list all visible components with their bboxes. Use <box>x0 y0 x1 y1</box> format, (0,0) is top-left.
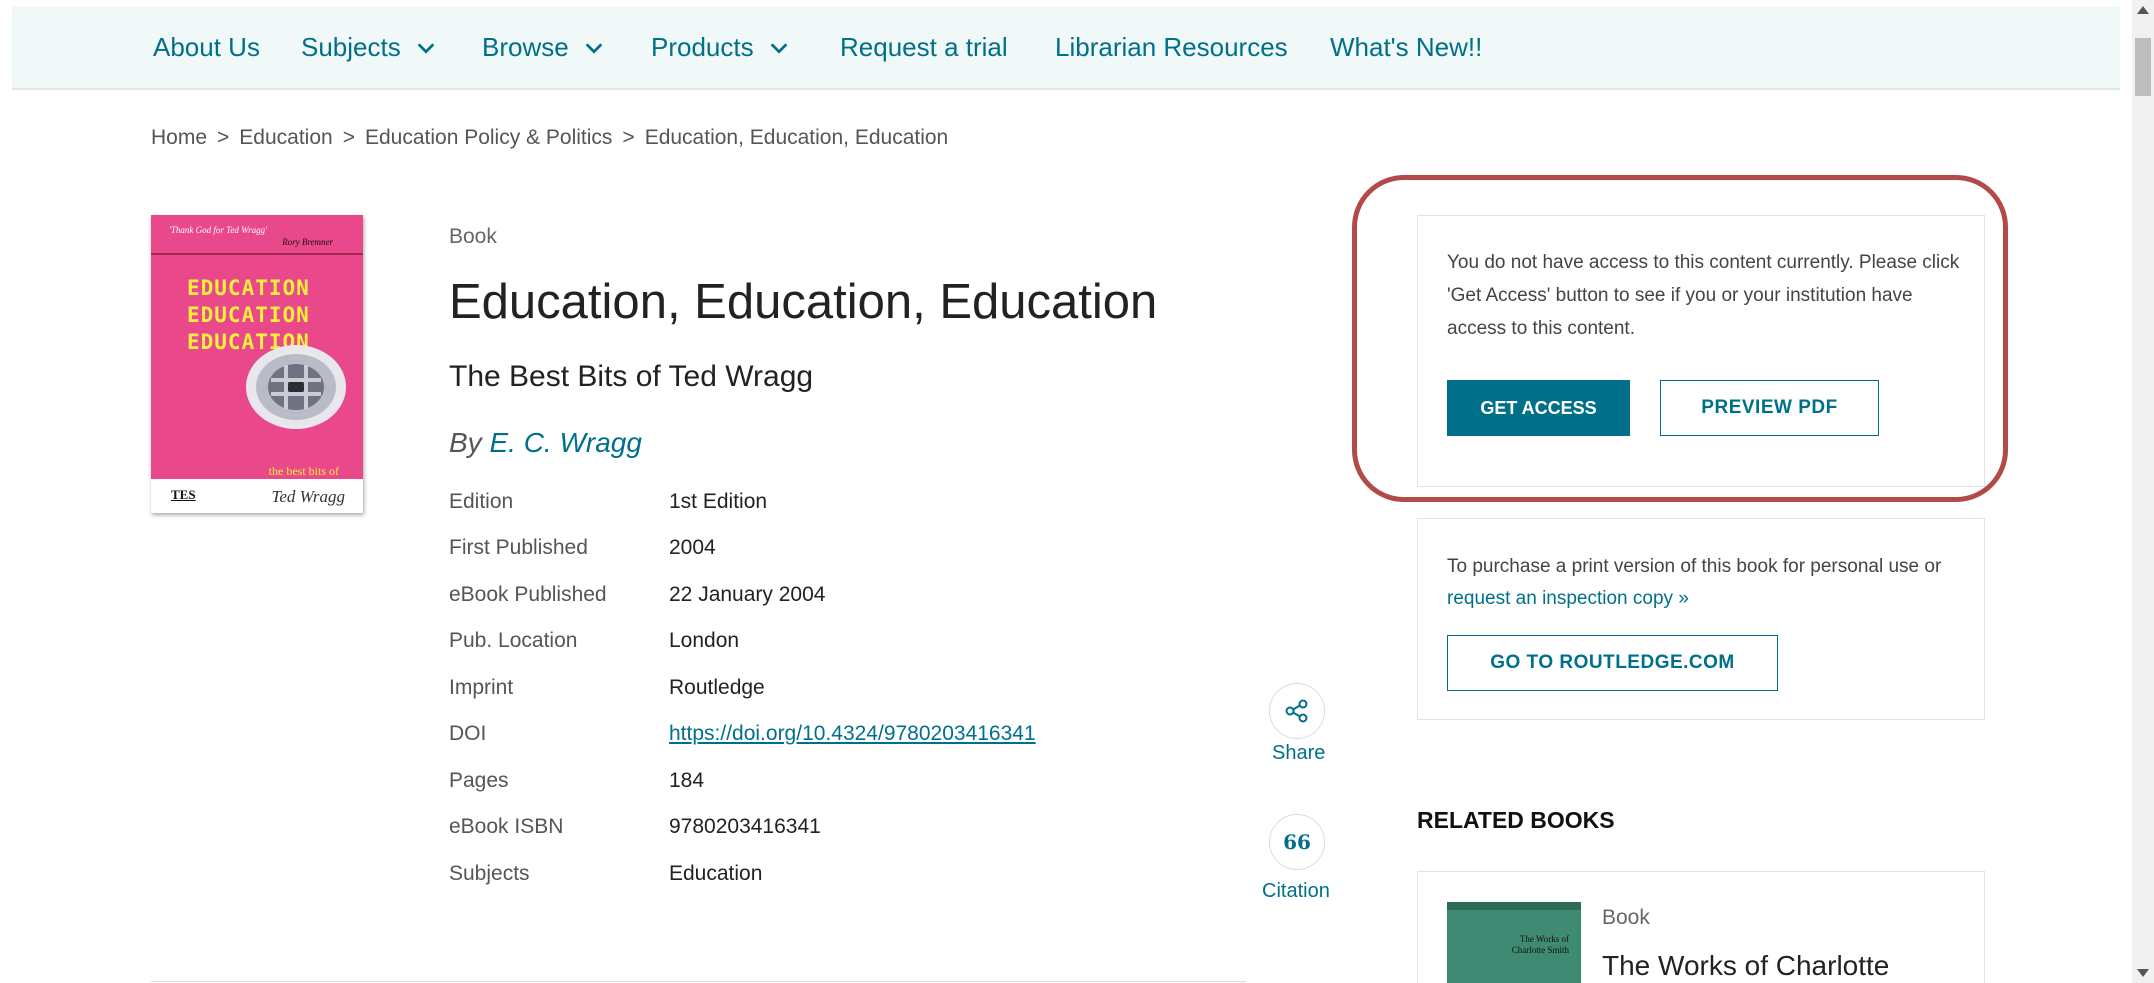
detail-value: 22 January 2004 <box>669 583 826 606</box>
chevron-down-icon <box>415 37 437 59</box>
chevron-down-icon <box>583 37 605 59</box>
related-books-heading: RELATED BOOKS <box>1417 807 1615 833</box>
detail-value: Education <box>669 862 763 885</box>
nav-about-us-label: About Us <box>153 32 260 62</box>
related-book-type: Book <box>1602 906 1650 929</box>
detail-label: Imprint <box>449 676 514 699</box>
vertical-scrollbar[interactable] <box>2132 0 2154 983</box>
citation-label[interactable]: Citation <box>1262 880 1330 903</box>
detail-label: DOI <box>449 722 487 745</box>
detail-value: Routledge <box>669 676 765 699</box>
detail-label: Pub. Location <box>449 629 578 652</box>
breadcrumb-education-policy[interactable]: Education Policy & Politics <box>365 126 612 150</box>
go-to-routledge-button[interactable]: GO TO ROUTLEDGE.COM <box>1447 635 1778 691</box>
nav-browse[interactable]: Browse <box>482 32 605 63</box>
nav-request-trial-label: Request a trial <box>840 32 1008 62</box>
cover-tagline: the best bits of <box>268 464 339 478</box>
nav-subjects[interactable]: Subjects <box>301 32 437 63</box>
share-label[interactable]: Share <box>1272 742 1325 765</box>
detail-value: London <box>669 629 740 652</box>
content-type-label: Book <box>449 225 497 248</box>
highlight-annotation <box>1352 175 2008 502</box>
drain-icon <box>246 345 346 429</box>
nav-whats-new-label: What's New!! <box>1330 32 1483 62</box>
breadcrumb-separator: > <box>217 126 230 149</box>
nav-whats-new[interactable]: What's New!! <box>1330 32 1482 63</box>
related-cover-band <box>1447 902 1581 910</box>
top-nav: About Us Subjects Browse Products Reques… <box>12 6 2120 90</box>
nav-librarian-resources-label: Librarian Resources <box>1055 32 1288 62</box>
detail-value: 9780203416341 <box>669 815 821 838</box>
nav-librarian-resources[interactable]: Librarian Resources <box>1055 32 1288 63</box>
section-divider <box>151 981 1246 982</box>
detail-label: eBook Published <box>449 583 607 606</box>
nav-products-label: Products <box>651 32 754 62</box>
double-chevron-right-icon[interactable]: » <box>1678 588 1689 609</box>
breadcrumb-current: Education, Education, Education <box>644 126 949 149</box>
chevron-down-icon <box>768 37 790 59</box>
nav-request-trial[interactable]: Request a trial <box>840 32 1008 63</box>
breadcrumb-home[interactable]: Home <box>151 126 207 150</box>
share-icon <box>1285 699 1308 723</box>
nav-about-us[interactable]: About Us <box>153 32 260 63</box>
breadcrumb: Home > Education > Education Policy & Po… <box>151 126 948 150</box>
cover-footer: TES Ted Wragg <box>151 479 363 513</box>
cover-publisher-mark: TES <box>171 487 196 502</box>
cover-quote-author: Rory Bremner <box>282 237 333 247</box>
author-link[interactable]: E. C. Wragg <box>489 427 641 458</box>
book-subtitle: The Best Bits of Ted Wragg <box>449 360 814 393</box>
cover-quote: 'Thank God for Ted Wragg' <box>169 225 268 235</box>
detail-label: Pages <box>449 769 509 792</box>
related-book-title[interactable]: The Works of Charlotte <box>1602 950 1889 982</box>
share-button[interactable] <box>1269 683 1325 739</box>
doi-link[interactable]: https://doi.org/10.4324/9780203416341 <box>669 722 1036 746</box>
detail-value: 1st Edition <box>669 490 768 513</box>
scroll-down-arrow-icon[interactable] <box>2137 969 2149 977</box>
detail-value: 184 <box>669 769 705 792</box>
nav-browse-label: Browse <box>482 32 569 62</box>
page-title: Education, Education, Education <box>449 275 1158 329</box>
byline-prefix: By <box>449 427 482 458</box>
cover-signature: Ted Wragg <box>271 487 345 506</box>
book-cover: 'Thank God for Ted Wragg' Rory Bremner E… <box>151 215 363 513</box>
quote-icon: 66 <box>1283 830 1311 854</box>
purchase-text-body: To purchase a print version of this book… <box>1447 556 1942 577</box>
detail-value: 2004 <box>669 536 716 559</box>
detail-label: eBook ISBN <box>449 815 564 838</box>
breadcrumb-separator: > <box>622 126 635 149</box>
detail-label: Edition <box>449 490 514 513</box>
nav-products[interactable]: Products <box>651 32 790 63</box>
related-cover-title: The Works of Charlotte Smith <box>1511 934 1569 955</box>
scrollbar-thumb[interactable] <box>2135 38 2151 96</box>
breadcrumb-separator: > <box>342 126 355 149</box>
nav-subjects-label: Subjects <box>301 32 401 62</box>
scroll-up-arrow-icon[interactable] <box>2137 6 2149 14</box>
detail-label: Subjects <box>449 862 530 885</box>
cover-divider <box>151 253 363 255</box>
breadcrumb-education[interactable]: Education <box>239 126 332 150</box>
related-book-cover[interactable]: The Works of Charlotte Smith <box>1447 902 1581 983</box>
purchase-panel: To purchase a print version of this book… <box>1417 518 1985 720</box>
citation-button[interactable]: 66 <box>1269 814 1325 870</box>
detail-label: First Published <box>449 536 588 559</box>
related-book-card[interactable]: The Works of Charlotte Smith Book The Wo… <box>1417 871 1985 983</box>
purchase-text: To purchase a print version of this book… <box>1447 551 1967 615</box>
inspection-copy-link[interactable]: request an inspection copy <box>1447 588 1673 609</box>
byline: By E. C. Wragg <box>449 427 642 459</box>
